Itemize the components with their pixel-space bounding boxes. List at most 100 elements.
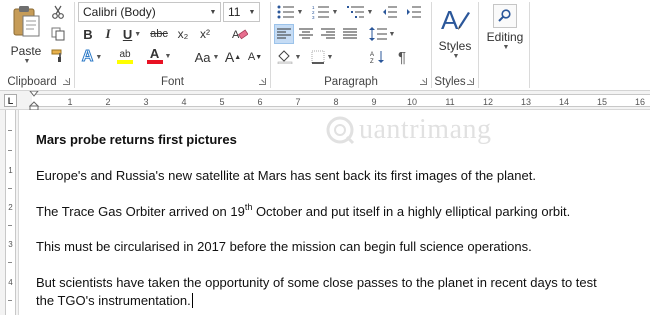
watermark: uantrimang xyxy=(325,114,492,146)
styles-dropdown-icon[interactable]: ▼ xyxy=(453,53,460,60)
clear-formatting-button[interactable]: A xyxy=(230,24,250,44)
paste-icon xyxy=(11,4,41,41)
increase-indent-button[interactable] xyxy=(403,2,425,22)
document-page[interactable]: uantrimang Mars probe returns first pict… xyxy=(20,110,650,315)
font-size-box[interactable]: 11 ▼ xyxy=(223,2,260,22)
svg-text:3: 3 xyxy=(312,15,315,19)
styles-label: Styles xyxy=(438,39,472,53)
line-spacing-button[interactable]: ▼ xyxy=(367,24,397,44)
clipboard-group-label: Clipboard xyxy=(7,76,57,88)
paragraph-group-label: Paragraph xyxy=(324,76,378,88)
change-case-dropdown-icon[interactable]: ▼ xyxy=(212,54,219,61)
superscript-icon: x² xyxy=(200,27,210,41)
editing-group: Editing ▼ xyxy=(479,0,529,91)
align-center-button[interactable] xyxy=(296,24,316,44)
borders-dropdown-icon[interactable]: ▼ xyxy=(327,54,334,61)
ruler-number: 11 xyxy=(445,97,455,107)
font-color-dropdown-icon[interactable]: ▼ xyxy=(165,53,172,60)
shading-dropdown-icon[interactable]: ▼ xyxy=(295,54,302,61)
text-effects-button[interactable]: A ▼ xyxy=(79,47,105,67)
highlight-icon: ab xyxy=(117,49,133,64)
shrink-font-button[interactable]: A ▼ xyxy=(245,47,265,67)
numbering-icon: 123 xyxy=(312,5,329,19)
styles-launcher-icon[interactable] xyxy=(467,78,474,85)
horizontal-ruler[interactable]: L 1 2 3 4 5 6 7 8 9 10 11 12 13 14 15 16 xyxy=(0,91,650,111)
change-case-button[interactable]: Aa ▼ xyxy=(193,47,221,67)
underline-icon: U xyxy=(122,26,133,42)
strikethrough-button[interactable]: abc xyxy=(147,24,171,44)
subscript-icon: x₂ xyxy=(177,27,189,41)
grow-font-button[interactable]: A ▲ xyxy=(223,47,243,67)
paste-dropdown-icon[interactable]: ▼ xyxy=(24,58,31,65)
highlight-button[interactable]: ab xyxy=(111,46,139,66)
font-color-button[interactable]: A ▼ xyxy=(145,46,173,66)
multilevel-list-button[interactable]: ▼ xyxy=(344,2,376,22)
paragraph-launcher-icon[interactable] xyxy=(420,78,427,85)
underline-button[interactable]: U ▼ xyxy=(119,24,145,44)
ruler-number: 8 xyxy=(333,97,339,107)
ruler-number: 16 xyxy=(634,97,646,107)
bullets-button[interactable]: ▼ xyxy=(274,2,306,22)
ruler-number: 15 xyxy=(596,97,608,107)
align-right-button[interactable] xyxy=(318,24,338,44)
italic-button[interactable]: I xyxy=(99,24,117,44)
numbering-dropdown-icon[interactable]: ▼ xyxy=(332,9,339,16)
italic-icon: I xyxy=(105,26,111,41)
tab-selector[interactable]: L xyxy=(4,94,17,107)
align-right-icon xyxy=(321,28,335,39)
vertical-ruler-number: 1 xyxy=(8,166,13,175)
styles-button[interactable]: A Styles ▼ xyxy=(437,4,473,60)
subscript-button[interactable]: x₂ xyxy=(173,24,193,44)
editing-button[interactable]: Editing ▼ xyxy=(483,4,527,51)
text-effects-dropdown-icon[interactable]: ▼ xyxy=(95,54,102,61)
clipboard-launcher-icon[interactable] xyxy=(63,78,70,85)
ruler-number: 4 xyxy=(181,97,187,107)
font-size-dropdown-icon[interactable]: ▼ xyxy=(245,3,259,21)
editing-label: Editing xyxy=(486,30,524,44)
ruler-track: 1 2 3 4 5 6 7 8 9 10 11 12 13 14 15 16 xyxy=(29,91,650,111)
paragraph-3: This must be circularised in 2017 before… xyxy=(36,239,532,254)
line-spacing-dropdown-icon[interactable]: ▼ xyxy=(389,31,396,38)
vertical-ruler-number: 4 xyxy=(8,278,13,287)
align-center-icon xyxy=(299,28,313,39)
change-case-icon: Aa xyxy=(194,49,211,65)
copy-button[interactable] xyxy=(48,24,68,44)
vertical-ruler[interactable]: 1 2 3 4 xyxy=(0,110,19,315)
bullets-dropdown-icon[interactable]: ▼ xyxy=(297,9,304,16)
align-left-button[interactable] xyxy=(274,24,294,44)
font-group: Calibri (Body) ▼ 11 ▼ B I U ▼ abc x₂ x² A… xyxy=(75,0,270,91)
shading-button[interactable]: ▼ xyxy=(274,47,304,67)
justify-button[interactable] xyxy=(340,24,360,44)
font-launcher-icon[interactable] xyxy=(259,78,266,85)
cut-button[interactable] xyxy=(48,2,68,22)
ribbon: Paste ▼ Clipboard Calibri (Body) ▼ 11 ▼ … xyxy=(0,0,650,91)
bold-button[interactable]: B xyxy=(79,24,97,44)
ruler-number: 2 xyxy=(105,97,111,107)
paste-button[interactable]: Paste ▼ xyxy=(6,4,46,65)
bold-icon: B xyxy=(83,26,93,42)
ruler-number: 7 xyxy=(295,97,301,107)
text-effects-icon: A xyxy=(81,48,94,66)
indent-marker-icon[interactable] xyxy=(29,91,39,111)
highlight-text: ab xyxy=(119,48,131,60)
editing-dropdown-icon[interactable]: ▼ xyxy=(503,44,510,51)
paragraph-group: ▼ 123 ▼ ▼ ▼ ▼ ▼ A Z ¶ Paragraph xyxy=(271,0,431,91)
borders-button[interactable]: ▼ xyxy=(307,47,337,67)
sort-button[interactable]: AZ xyxy=(367,47,389,67)
paragraph-4-line-2-text: the TGO's instrumentation. xyxy=(36,293,191,308)
line-spacing-icon xyxy=(368,27,387,41)
font-name-box[interactable]: Calibri (Body) ▼ xyxy=(78,2,221,22)
multilevel-list-dropdown-icon[interactable]: ▼ xyxy=(367,9,374,16)
copy-icon xyxy=(51,27,65,41)
sort-az-icon: AZ xyxy=(370,51,384,64)
numbering-button[interactable]: 123 ▼ xyxy=(309,2,341,22)
font-name-dropdown-icon[interactable]: ▼ xyxy=(206,3,220,21)
grow-caret-icon: ▲ xyxy=(234,53,242,61)
format-painter-button[interactable] xyxy=(48,46,68,66)
superscript-button[interactable]: x² xyxy=(195,24,215,44)
underline-dropdown-icon[interactable]: ▼ xyxy=(134,31,141,38)
decrease-indent-button[interactable] xyxy=(379,2,401,22)
clipboard-group: Paste ▼ Clipboard xyxy=(0,0,74,91)
show-formatting-button[interactable]: ¶ xyxy=(391,47,413,67)
paragraph-2-text-end: October and put itself in a highly ellip… xyxy=(252,204,571,219)
